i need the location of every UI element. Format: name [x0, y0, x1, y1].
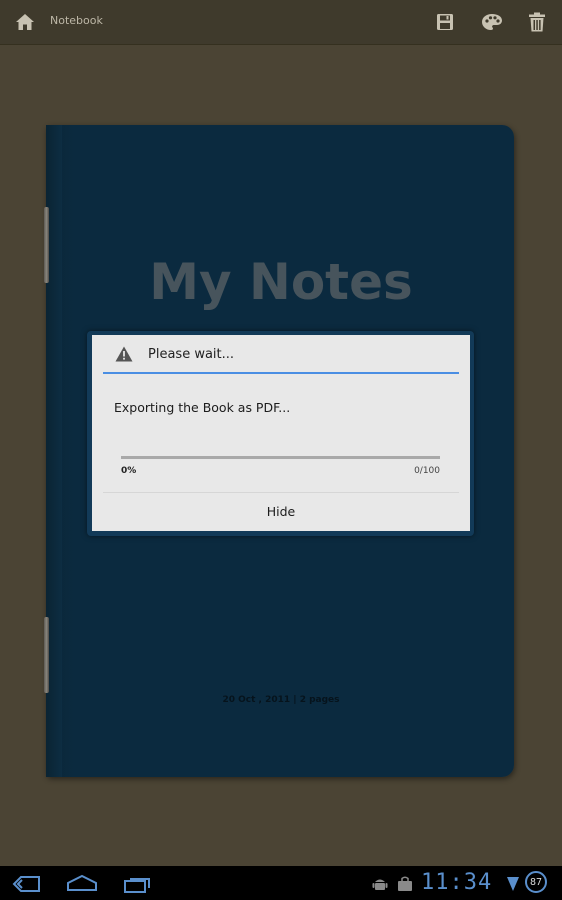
dialog-title: Please wait...	[148, 347, 235, 362]
clock[interactable]: 11:34	[421, 870, 492, 895]
battery-indicator: 87	[525, 871, 547, 893]
hide-button[interactable]: Hide	[92, 493, 470, 531]
app-screen: Notebook My Notes 20 Oct , 2011 | 2 page…	[0, 0, 562, 900]
home-icon[interactable]	[12, 9, 38, 35]
dialog-title-divider	[103, 372, 459, 374]
staple-bottom	[44, 617, 49, 693]
notebook-title: My Notes	[149, 253, 413, 311]
bag-icon	[396, 875, 414, 893]
notebook-date-info: 20 Oct , 2011 | 2 pages	[222, 695, 340, 705]
dialog-title-row: Please wait...	[92, 335, 470, 373]
trash-icon[interactable]	[524, 9, 550, 35]
save-icon[interactable]	[432, 9, 458, 35]
warning-icon	[115, 346, 133, 362]
back-icon[interactable]	[12, 874, 42, 894]
home-nav-icon[interactable]	[66, 873, 98, 893]
recent-apps-icon[interactable]	[123, 874, 153, 894]
app-title: Notebook	[50, 14, 103, 27]
progress-percent: 0%	[121, 466, 137, 476]
dialog-message: Exporting the Book as PDF...	[114, 400, 291, 415]
progress-count: 0/100	[414, 466, 440, 476]
progress-dialog: Please wait... Exporting the Book as PDF…	[92, 335, 470, 531]
palette-icon[interactable]	[479, 9, 505, 35]
progress-bar	[121, 456, 440, 459]
action-bar: Notebook	[0, 0, 562, 45]
android-debug-icon	[371, 875, 389, 893]
signal-icon	[505, 875, 521, 893]
